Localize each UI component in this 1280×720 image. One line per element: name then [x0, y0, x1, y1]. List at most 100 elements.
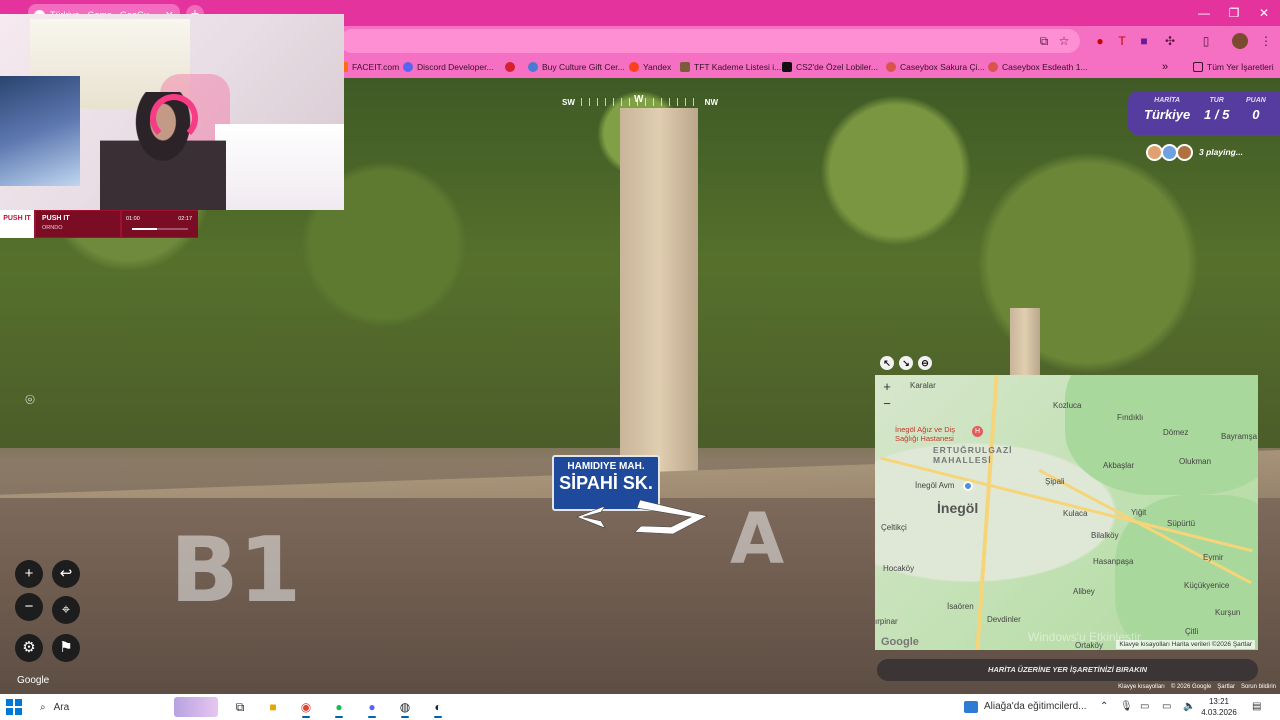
bookmark-star-icon[interactable]: ☆ — [1056, 33, 1072, 49]
minimize-button[interactable]: — — [1188, 0, 1220, 26]
map-label: Bilalköy — [1091, 531, 1119, 540]
bookmark-page-icon — [782, 62, 792, 72]
checkpoint-button[interactable]: ⌖ — [52, 596, 80, 624]
map-label: ırpinar — [875, 617, 898, 626]
microphone-icon[interactable]: 🎙 — [1120, 694, 1133, 720]
map-label: Devdinler — [987, 615, 1021, 624]
windows-taskbar: ⌕ Ara ⧉ ■ ◉ ● ● ◍ ◐ Aliağa'da eğitimcile… — [0, 694, 1280, 720]
bookmark-item[interactable]: Caseybox Esdeath 1... — [988, 60, 1088, 74]
map-label: Alibey — [1073, 587, 1095, 596]
bed — [215, 124, 344, 210]
webcam-overlay — [0, 14, 344, 210]
extensions-puzzle-icon[interactable]: ✣ — [1162, 33, 1178, 49]
graffiti: B1 — [170, 518, 302, 623]
players-indicator[interactable]: 3 playing... — [1146, 142, 1250, 162]
settings-button[interactable]: ⚙ — [15, 634, 43, 662]
map-zoom-out-button[interactable]: − — [879, 397, 895, 411]
map-label: Eymir — [1203, 553, 1224, 562]
map-label: Akbaşlar — [1103, 461, 1135, 470]
google-logo: Google — [17, 675, 50, 686]
bookmark-item[interactable]: Discord Developer... — [403, 60, 494, 74]
network-icon[interactable]: ▭ — [1162, 694, 1171, 720]
game-status-panel: HARİTA Türkiye TUR 1 / 5 PUAN 0 — [1128, 91, 1280, 135]
all-bookmarks-button[interactable]: Tüm Yer İşaretleri — [1193, 60, 1274, 74]
steam-icon[interactable]: ◐ — [427, 697, 449, 718]
active-indicator — [368, 716, 376, 718]
map-shrink-icon[interactable]: ↘ — [899, 356, 913, 370]
bookmark-item[interactable]: Buy Culture Gift Cer... — [528, 60, 625, 74]
bookmark-item[interactable]: TFT Kademe Listesi i... — [680, 60, 781, 74]
clock-date: 4.03.2026 — [1201, 708, 1237, 717]
taskbar-search[interactable]: ⌕ Ara — [34, 694, 224, 720]
guess-map[interactable]: H + − Karalar Kozluca Fındıklı Dömez Bay… — [875, 375, 1258, 650]
close-window-button[interactable]: ✕ — [1248, 0, 1280, 26]
zoom-in-button[interactable]: + — [15, 560, 43, 588]
bookmarks-overflow-button[interactable]: » — [1162, 60, 1168, 74]
map-pin-icon[interactable]: ⊖ — [918, 356, 932, 370]
install-app-icon[interactable]: ⧉ — [1036, 33, 1052, 49]
map-label: Dömez — [1163, 428, 1189, 437]
globe-icon — [528, 62, 538, 72]
zoom-out-button[interactable]: − — [15, 593, 43, 621]
map-zoom-in-button[interactable]: + — [879, 380, 895, 394]
map-road — [975, 375, 999, 650]
terms-link[interactable]: Şartlar — [1217, 684, 1235, 694]
obs-icon[interactable]: ◍ — [394, 697, 416, 718]
active-indicator — [401, 716, 409, 718]
bookmark-item[interactable]: Caseybox Sakura Çi... — [886, 60, 985, 74]
track-artist: ORNDO — [42, 225, 63, 231]
display-icon[interactable]: ▭ — [1140, 694, 1149, 720]
windows-start-icon[interactable] — [6, 699, 22, 715]
bookmark-item[interactable] — [505, 60, 519, 74]
track-title: PUSH IT — [42, 215, 70, 222]
map-label: Karalar — [910, 381, 936, 390]
task-view-icon[interactable]: ⧉ — [229, 697, 251, 717]
bookmark-page-icon — [680, 62, 690, 72]
score-status: PUAN 0 — [1246, 97, 1266, 122]
move-arrow-left-icon — [576, 505, 606, 529]
keyboard-shortcuts-link[interactable]: Klavye kısayolları — [1118, 684, 1165, 694]
chrome-icon[interactable]: ◉ — [295, 697, 317, 718]
profile-avatar[interactable] — [1232, 33, 1248, 49]
return-to-start-button[interactable]: ⚑ — [52, 634, 80, 662]
tray-overflow-icon[interactable]: ⌃ — [1100, 694, 1108, 720]
file-explorer-icon[interactable]: ■ — [262, 697, 284, 717]
map-label: İnegöl Avm — [915, 481, 955, 490]
extension-icon[interactable]: ● — [1092, 33, 1108, 49]
extension-icon[interactable]: ■ — [1136, 33, 1152, 49]
activation-watermark: Windows'u Etkinleştir — [1028, 630, 1141, 644]
extension-icon[interactable]: T — [1114, 33, 1130, 49]
place-guess-button[interactable]: HARİTA ÜZERİNE YER İŞARETİNİZİ BIRAKIN — [877, 659, 1258, 681]
bookmark-item[interactable]: FACEIT.com — [338, 60, 399, 74]
elapsed-time: 01:00 — [126, 216, 140, 222]
maximize-button[interactable]: ❐ — [1218, 0, 1250, 26]
weather-news-widget[interactable]: Aliağa'da eğitimcilerd... — [964, 694, 1087, 720]
map-label: İnegöl — [937, 500, 979, 516]
map-enlarge-icon[interactable]: ↖ — [880, 356, 894, 370]
compass: SW W NW — [558, 93, 722, 111]
map-google-logo: Google — [881, 636, 919, 648]
progress-fill — [132, 228, 157, 230]
undo-move-button[interactable]: ↩ — [52, 560, 80, 588]
address-bar[interactable] — [340, 29, 1080, 53]
location-pin-icon[interactable]: ⌾ — [19, 390, 41, 412]
map-label: Bayramşa — [1221, 432, 1258, 441]
compass-right: NW — [704, 97, 718, 107]
map-label: Yiğit — [1131, 508, 1147, 517]
discord-icon[interactable]: ● — [361, 697, 383, 718]
street-view-footer: Klavye kısayolları © 2026 Google Şartlar… — [1094, 684, 1280, 694]
move-arrows[interactable] — [575, 490, 710, 538]
volume-icon[interactable]: 🔈 — [1183, 694, 1195, 720]
discord-icon — [403, 62, 413, 72]
bookmark-item[interactable]: Yandex — [629, 60, 671, 74]
notifications-icon[interactable]: ▤ — [1252, 694, 1261, 720]
progress-track — [132, 228, 188, 230]
taskbar-clock[interactable]: 13:21 4.03.2026 — [1198, 696, 1240, 718]
side-panel-icon[interactable]: ▯ — [1198, 33, 1214, 49]
pc-case — [0, 76, 80, 186]
report-problem-link[interactable]: Sorun bildirin — [1241, 684, 1276, 694]
spotify-icon[interactable]: ● — [328, 697, 350, 718]
map-label: Kulaca — [1063, 509, 1088, 518]
menu-kebab-icon[interactable]: ⋮ — [1258, 33, 1274, 49]
bookmark-item[interactable]: CS2'de Özel Lobiler... — [782, 60, 878, 74]
